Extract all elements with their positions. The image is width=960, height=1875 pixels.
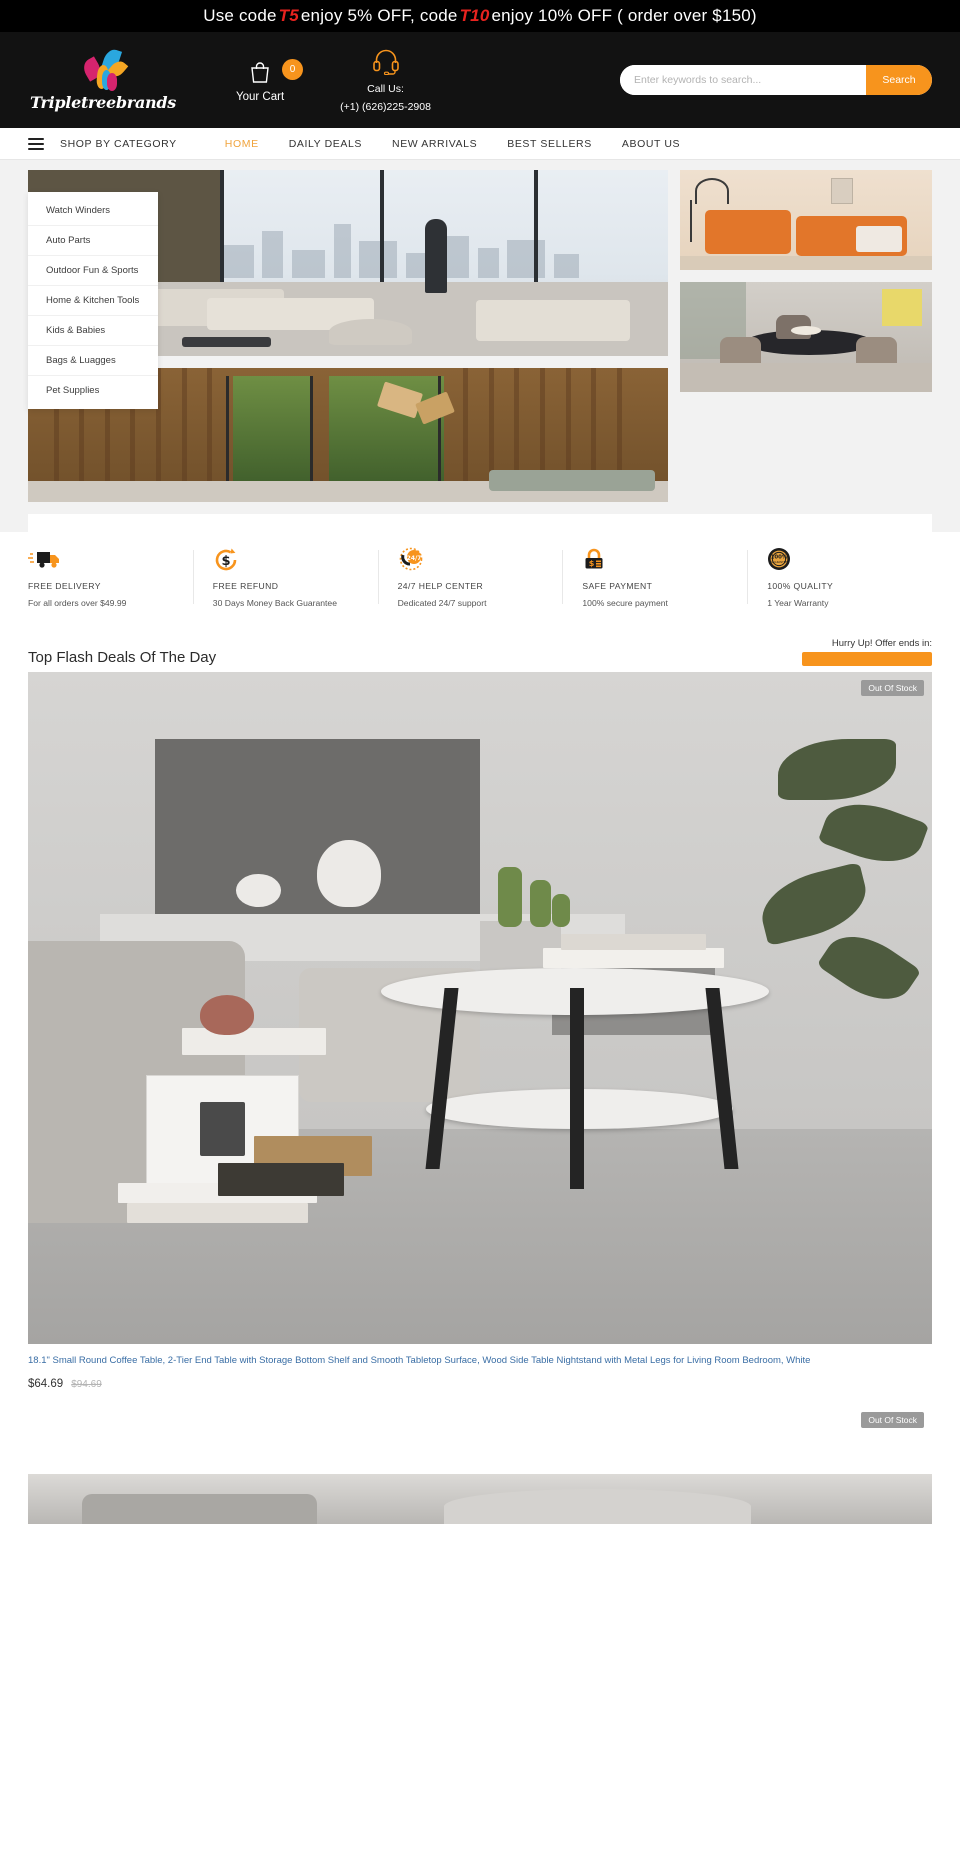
service-title: FREE REFUND [212,581,279,591]
hamburger-menu-icon[interactable] [28,137,44,150]
deal-current-price: $64.69 [28,1378,64,1391]
nav-item-about-us[interactable]: ABOUT US [622,138,680,150]
svg-text:24/7: 24/7 [406,555,421,562]
service-subtitle: 100% secure payment [582,598,668,608]
service-subtitle: 1 Year Warranty [767,598,829,608]
logo-bird-icon [80,46,129,91]
headset-icon [371,47,401,80]
out-of-stock-badge: Out Of Stock [861,680,924,696]
service-subtitle: For all orders over $49.99 [28,598,127,608]
countdown-block: Hurry Up! Offer ends in: [802,638,932,666]
quality-badge-icon: 100% GUARANTEE [767,546,918,572]
hero-right-column [680,170,932,532]
deal-original-price: $94.69 [71,1379,102,1391]
service-safe-payment: $ SAFE PAYMENT 100% secure payment [562,546,747,608]
category-menu-item[interactable]: Home & Kitchen Tools [28,285,158,315]
lock-payment-icon: $ [582,546,733,572]
svg-text:GUARANTEE: GUARANTEE [771,560,787,564]
service-title: SAFE PAYMENT [582,581,653,591]
nav-item-best-sellers[interactable]: BEST SELLERS [507,138,592,150]
category-dropdown-menu: Watch Winders Auto Parts Outdoor Fun & Spo… [28,192,158,409]
service-subtitle: 30 Days Money Back Guarantee [212,598,337,608]
flash-deals-list: Out Of Stock 18.1" Small Round Coffee Ta… [0,672,960,1525]
service-quality: 100% GUARANTEE 100% QUALITY 1 Year Warra… [747,546,932,608]
shop-by-category-label[interactable]: SHOP BY CATEGORY [60,138,177,150]
category-menu-item[interactable]: Auto Parts [28,225,158,255]
service-title: 100% QUALITY [767,581,834,591]
hurry-up-text: Hurry Up! Offer ends in: [831,638,932,649]
logo-text: Tripletreebrands [30,92,176,112]
service-features-row: FREE DELIVERY For all orders over $49.99… [0,532,960,626]
call-us-label: Call Us: [367,83,404,95]
promo-code-t5: T5 [278,6,299,25]
promo-banner: Use code T5 enjoy 5% OFF, code T10 enjoy… [0,0,960,32]
refund-dollar-icon: $ [213,546,364,572]
shopping-bag-icon [245,57,275,87]
svg-text:$: $ [221,554,230,569]
out-of-stock-badge: Out Of Stock [861,1412,924,1429]
category-menu-item[interactable]: Kids & Babies [28,315,158,345]
nav-item-daily-deals[interactable]: DAILY DEALS [289,138,362,150]
svg-text:100%: 100% [771,555,788,561]
flash-deals-header: Top Flash Deals Of The Day Hurry Up! Off… [0,626,960,672]
hero-grid [28,170,932,532]
service-free-delivery: FREE DELIVERY For all orders over $49.99 [28,546,193,608]
deal-product-image[interactable] [28,1474,932,1525]
promo-prefix: Use code [203,6,277,25]
main-navigation: SHOP BY CATEGORY HOME DAILY DEALS NEW AR… [0,128,960,160]
nav-item-list: HOME DAILY DEALS NEW ARRIVALS BEST SELLE… [225,138,680,150]
deal-card[interactable]: Out Of Stock 18.1" Small Round Coffee Ta… [28,672,932,1391]
flash-deals-title: Top Flash Deals Of The Day [28,649,217,666]
nav-item-home[interactable]: HOME [225,138,259,150]
cart-label: Your Cart [236,91,285,103]
cart-count-badge: 0 [282,59,303,80]
promo-code-t10: T10 [459,6,490,25]
promo-mid-1: enjoy 5% OFF, code [300,6,458,25]
category-menu-item[interactable]: Bags & Luagges [28,345,158,375]
deal-price-row: $64.69 $94.69 [28,1368,932,1390]
hero-banner-orange-sofa[interactable] [680,170,932,270]
svg-text:$: $ [589,559,595,568]
hero-banner-dining[interactable] [680,282,932,392]
service-free-refund: $ FREE REFUND 30 Days Money Back Guarant… [192,546,378,608]
search-input[interactable] [620,65,866,95]
help-center-247-icon: 24/7 [398,546,549,572]
delivery-truck-icon [28,546,179,572]
service-title: FREE DELIVERY [28,581,101,591]
service-subtitle: Dedicated 24/7 support [397,598,487,608]
site-header: Tripletreebrands Your Cart 0 Call Us: (+… [0,32,960,128]
call-us-block[interactable]: Call Us: (+1) (626)225-2908 [340,47,431,113]
category-menu-item[interactable]: Watch Winders [28,196,158,225]
promo-mid-2: enjoy 10% OFF ( order over $150) [491,6,757,25]
phone-number: (+1) (626)225-2908 [340,101,431,113]
search-button[interactable]: Search [866,65,932,95]
service-title: 24/7 HELP CENTER [397,581,484,591]
nav-item-new-arrivals[interactable]: NEW ARRIVALS [392,138,477,150]
category-menu-item[interactable]: Pet Supplies [28,375,158,405]
countdown-timer-bar [802,652,932,666]
deal-product-title[interactable]: 18.1" Small Round Coffee Table, 2-Tier E… [28,1344,932,1368]
search-bar[interactable]: Search [620,65,932,95]
hero-bottom-spacer [28,514,932,532]
deal-card[interactable]: Out Of Stock [28,1404,932,1525]
deal-product-image[interactable]: Out Of Stock [28,672,932,1344]
service-help-center: 24/7 24/7 HELP CENTER Dedicated 24/7 sup… [377,546,563,608]
category-menu-item[interactable]: Outdoor Fun & Sports [28,255,158,285]
cart-button[interactable]: Your Cart 0 [236,57,303,103]
site-logo[interactable]: Tripletreebrands [28,46,178,112]
